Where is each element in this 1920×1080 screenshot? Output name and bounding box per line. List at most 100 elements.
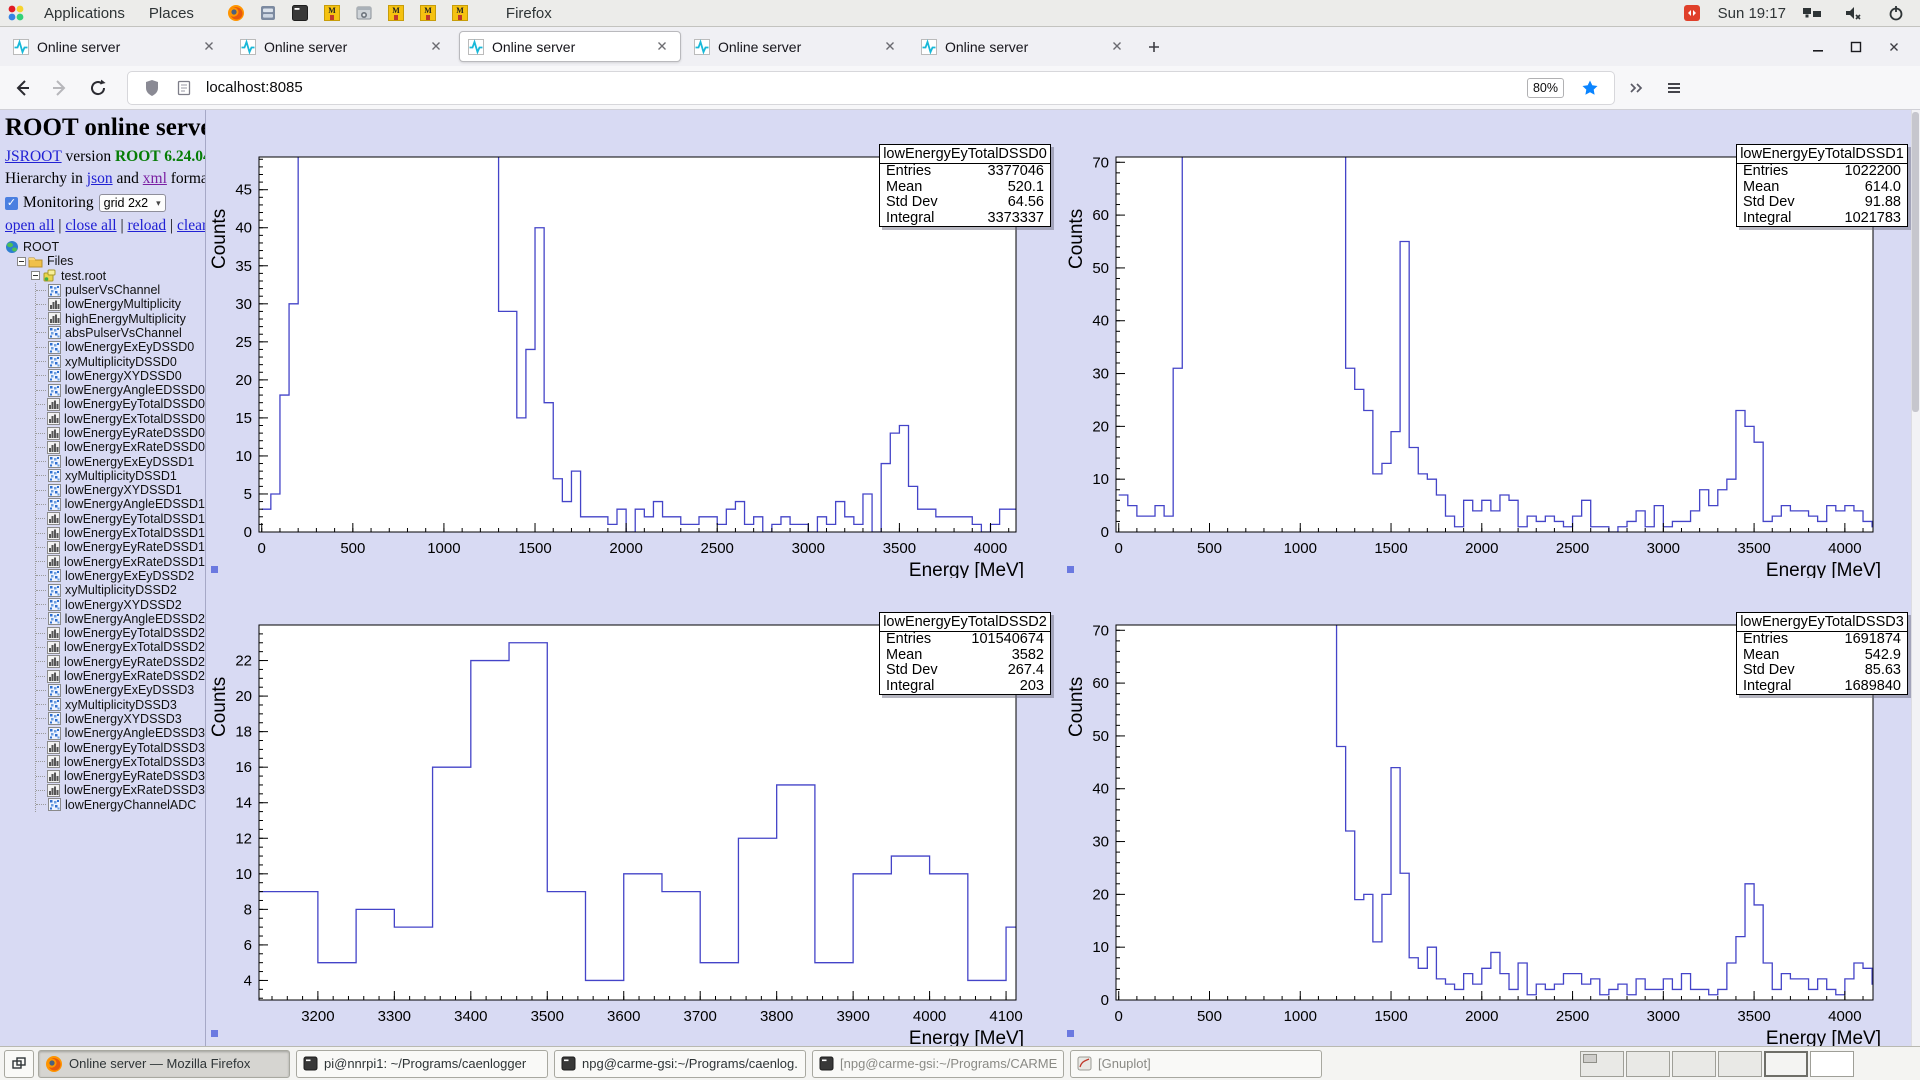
tree-item-lowEnergyExRateDSSD2[interactable]: lowEnergyExRateDSSD2 — [36, 669, 205, 683]
histogram-canvas-lowEnergyEyTotalDSSD2[interactable]: 3200 3300 3400 3500 3600 3700 3800 3900 4000 4100… — [207, 578, 1064, 1046]
tree-item-lowEnergyExEyDSSD1[interactable]: lowEnergyExEyDSSD1 — [36, 454, 205, 469]
histogram-canvas-lowEnergyEyTotalDSSD1[interactable]: 0 500 1000 1500 2000 2500 3000 3500 4000 0 10 20 30 4… — [1064, 110, 1920, 578]
tree-item-lowEnergyExRateDSSD3[interactable]: lowEnergyExRateDSSD3 — [36, 783, 205, 797]
reload-link[interactable]: reload — [127, 217, 166, 234]
tree-node-root[interactable]: ROOT — [5, 240, 205, 254]
tree-item-lowEnergyXYDSSD3[interactable]: lowEnergyXYDSSD3 — [36, 712, 205, 726]
tree-item-lowEnergyEyRateDSSD2[interactable]: lowEnergyEyRateDSSD2 — [36, 655, 205, 669]
tree-item-lowEnergyExEyDSSD2[interactable]: lowEnergyExEyDSSD2 — [36, 569, 205, 583]
taskbar-window-button[interactable]: [Gnuplot] — [1070, 1049, 1322, 1078]
tab-online-server-5[interactable]: Online server — [913, 31, 1135, 62]
tree-item-lowEnergyExRateDSSD0[interactable]: lowEnergyExRateDSSD0 — [36, 440, 205, 454]
scrollbar-thumb[interactable] — [1912, 112, 1919, 412]
power-icon[interactable] — [1886, 3, 1906, 23]
zoom-level-badge[interactable]: 80% — [1526, 77, 1564, 98]
tree-item-lowEnergyXYDSSD2[interactable]: lowEnergyXYDSSD2 — [36, 597, 205, 612]
stat-box-lowEnergyEyTotalDSSD1[interactable]: lowEnergyEyTotalDSSD1 Entries 1022200 Mean 6… — [1736, 144, 1908, 227]
histogram-canvas-lowEnergyEyTotalDSSD3[interactable]: 0 500 1000 1500 2000 2500 3000 3500 4000 0 10 20 30 4… — [1064, 578, 1920, 1046]
tree-item-xyMultiplicityDSSD1[interactable]: xyMultiplicityDSSD1 — [36, 469, 205, 483]
canvas-resize-grip[interactable] — [1067, 566, 1074, 573]
network-icon[interactable] — [1802, 3, 1822, 23]
stat-box-lowEnergyEyTotalDSSD3[interactable]: lowEnergyEyTotalDSSD3 Entries 1691874 Mean 5… — [1736, 612, 1908, 695]
stat-box-lowEnergyEyTotalDSSD0[interactable]: lowEnergyEyTotalDSSD0 Entries 3377046 Mean 5… — [879, 144, 1051, 227]
tree-item-lowEnergyAngleEDSSD0[interactable]: lowEnergyAngleEDSSD0 — [36, 383, 205, 397]
workspace-cell-2[interactable] — [1626, 1050, 1670, 1077]
firefox-launcher-icon[interactable] — [226, 3, 246, 23]
monitoring-checkbox[interactable]: ✓ — [5, 196, 18, 210]
window-minimize-button[interactable] — [1806, 35, 1830, 59]
tree-item-lowEnergyAngleEDSSD2[interactable]: lowEnergyAngleEDSSD2 — [36, 612, 205, 626]
volume-muted-icon[interactable] — [1844, 3, 1864, 23]
window-close-button[interactable] — [1882, 35, 1906, 59]
tree-item-lowEnergyAngleEDSSD1[interactable]: lowEnergyAngleEDSSD1 — [36, 497, 205, 511]
midas-launcher-icon[interactable]: M — [386, 3, 406, 23]
tree-item-lowEnergyExRateDSSD1[interactable]: lowEnergyExRateDSSD1 — [36, 555, 205, 569]
tab-online-server-2[interactable]: Online server — [232, 31, 454, 62]
page-info-icon[interactable] — [174, 78, 194, 98]
back-button[interactable] — [6, 72, 38, 104]
taskbar-window-button[interactable]: [npg@carme-gsi:~/Programs/CARME... — [812, 1049, 1064, 1078]
open-all-link[interactable]: open all — [5, 217, 55, 234]
terminal-launcher-icon[interactable] — [290, 3, 310, 23]
tree-item-lowEnergyChannelADC[interactable]: lowEnergyChannelADC — [36, 798, 205, 812]
panel-clock[interactable]: Sun 19:17 — [1718, 5, 1786, 22]
tree-item-absPulserVsChannel[interactable]: absPulserVsChannel — [36, 326, 205, 340]
new-tab-button[interactable] — [1141, 34, 1167, 60]
places-menu[interactable]: Places — [137, 0, 206, 26]
tree-item-lowEnergyEyTotalDSSD1[interactable]: lowEnergyEyTotalDSSD1 — [36, 512, 205, 526]
tab-close-icon[interactable] — [1111, 39, 1127, 55]
taskbar-window-button[interactable]: pi@nnrpi1: ~/Programs/caenlogger — [296, 1049, 548, 1078]
url-bar[interactable]: localhost:8085 80% — [128, 71, 1614, 104]
json-link[interactable]: json — [87, 170, 113, 187]
tree-node-file[interactable]: test.root — [31, 269, 205, 283]
tab-close-icon[interactable] — [884, 39, 900, 55]
tab-close-icon[interactable] — [203, 39, 219, 55]
tree-item-lowEnergyXYDSSD1[interactable]: lowEnergyXYDSSD1 — [36, 483, 205, 497]
tree-item-xyMultiplicityDSSD3[interactable]: xyMultiplicityDSSD3 — [36, 698, 205, 712]
tab-online-server-4[interactable]: Online server — [686, 31, 908, 62]
midas-launcher-icon[interactable]: M — [322, 3, 342, 23]
tab-close-icon[interactable] — [656, 39, 672, 55]
monitoring-interval-select[interactable]: grid 2x2 ▾ — [98, 194, 166, 212]
tab-close-icon[interactable] — [430, 39, 446, 55]
tree-item-pulserVsChannel[interactable]: pulserVsChannel — [36, 283, 205, 297]
workspace-cell-4[interactable] — [1718, 1050, 1762, 1077]
tree-item-lowEnergyAngleEDSSD3[interactable]: lowEnergyAngleEDSSD3 — [36, 726, 205, 740]
tree-item-xyMultiplicityDSSD2[interactable]: xyMultiplicityDSSD2 — [36, 583, 205, 597]
tree-item-lowEnergyEyTotalDSSD2[interactable]: lowEnergyEyTotalDSSD2 — [36, 626, 205, 640]
stat-box-lowEnergyEyTotalDSSD2[interactable]: lowEnergyEyTotalDSSD2 Entries 101540674 Mea… — [879, 612, 1051, 695]
taskbar-window-button[interactable]: Online server — Mozilla Firefox — [38, 1049, 290, 1078]
tree-item-lowEnergyEyTotalDSSD0[interactable]: lowEnergyEyTotalDSSD0 — [36, 397, 205, 411]
tracking-shield-icon[interactable] — [142, 78, 162, 98]
scrollbar[interactable] — [1911, 110, 1920, 1046]
tree-item-lowEnergyEyRateDSSD1[interactable]: lowEnergyEyRateDSSD1 — [36, 540, 205, 554]
tree-item-lowEnergyExEyDSSD0[interactable]: lowEnergyExEyDSSD0 — [36, 340, 205, 354]
canvas-resize-grip[interactable] — [211, 566, 218, 573]
tree-item-lowEnergyExTotalDSSD3[interactable]: lowEnergyExTotalDSSD3 — [36, 755, 205, 769]
collapse-expander-icon[interactable] — [31, 271, 40, 281]
tree-item-lowEnergyMultiplicity[interactable]: lowEnergyMultiplicity — [36, 297, 205, 311]
xml-link[interactable]: xml — [143, 170, 167, 187]
clear-link[interactable]: clear — [177, 217, 205, 234]
indicator-icon[interactable] — [1682, 3, 1702, 23]
tree-item-lowEnergyExEyDSSD3[interactable]: lowEnergyExEyDSSD3 — [36, 683, 205, 697]
tree-item-lowEnergyExTotalDSSD2[interactable]: lowEnergyExTotalDSSD2 — [36, 640, 205, 654]
tree-item-highEnergyMultiplicity[interactable]: highEnergyMultiplicity — [36, 311, 205, 326]
tree-item-lowEnergyEyTotalDSSD3[interactable]: lowEnergyEyTotalDSSD3 — [36, 740, 205, 755]
workspace-cell-1[interactable] — [1580, 1050, 1624, 1077]
hamburger-menu-icon[interactable] — [1658, 72, 1690, 104]
active-app-label[interactable]: Firefox — [494, 0, 564, 26]
canvas-resize-grip[interactable] — [1067, 1030, 1074, 1037]
window-maximize-button[interactable] — [1844, 35, 1868, 59]
tree-item-lowEnergyExTotalDSSD0[interactable]: lowEnergyExTotalDSSD0 — [36, 412, 205, 426]
canvas-resize-grip[interactable] — [211, 1030, 218, 1037]
tree-item-xyMultiplicityDSSD0[interactable]: xyMultiplicityDSSD0 — [36, 354, 205, 369]
tree-item-lowEnergyXYDSSD0[interactable]: lowEnergyXYDSSD0 — [36, 369, 205, 383]
tab-online-server-1[interactable]: Online server — [5, 31, 227, 62]
window-list-button[interactable] — [4, 1049, 34, 1078]
midas-launcher-icon[interactable]: M — [418, 3, 438, 23]
url-text[interactable]: localhost:8085 — [206, 79, 1527, 96]
tab-online-server-3[interactable]: Online server — [459, 31, 681, 62]
reload-button[interactable] — [82, 72, 114, 104]
files-launcher-icon[interactable] — [258, 3, 278, 23]
